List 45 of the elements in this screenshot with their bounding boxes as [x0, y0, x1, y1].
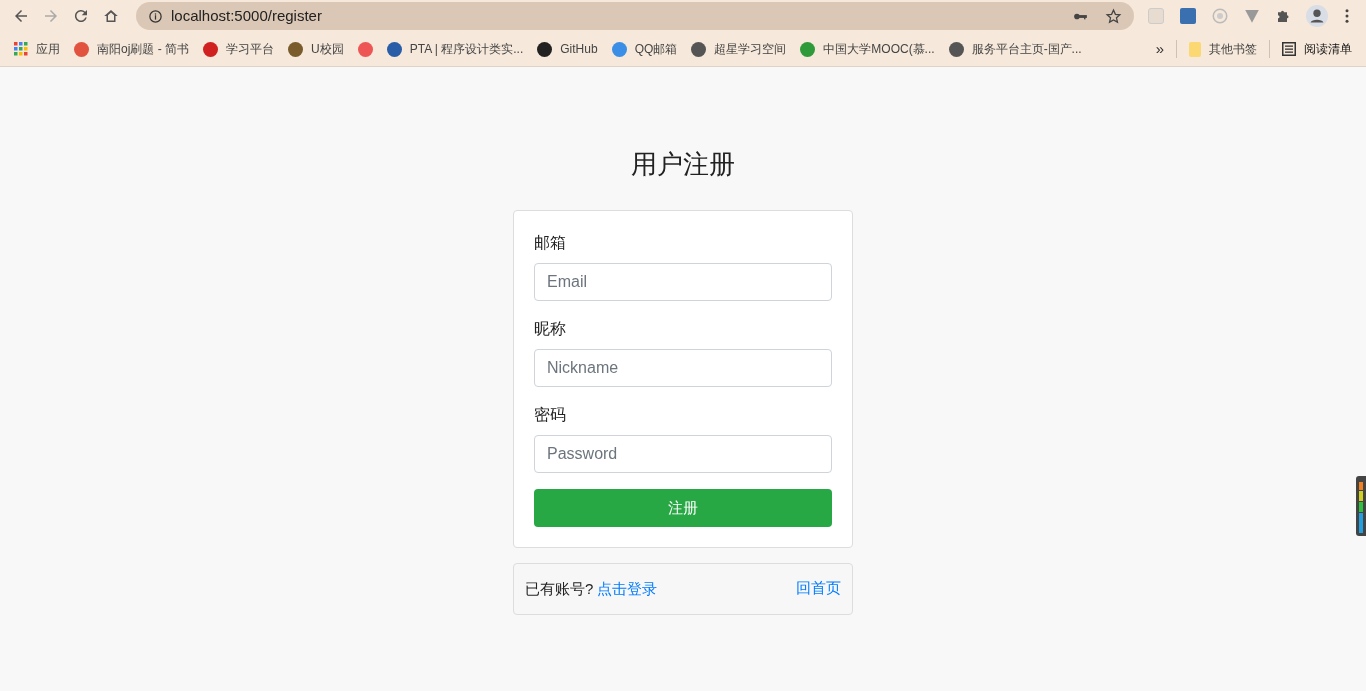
- folder-icon: [1189, 41, 1201, 57]
- bookmark-link[interactable]: 应用: [14, 40, 60, 58]
- home-link[interactable]: 回首页: [796, 576, 841, 600]
- list-icon: [1282, 42, 1296, 56]
- site-icon: [800, 41, 816, 57]
- bookmark-link[interactable]: 超星学习空间: [691, 40, 787, 58]
- level-meter-drawing: [1356, 476, 1366, 536]
- input-field[interactable]: Nickname: [534, 349, 832, 387]
- field-label: 密码: [534, 405, 567, 425]
- site-icon: [74, 41, 89, 57]
- input-field[interactable]: Email: [534, 263, 832, 301]
- url-text: localhost:5000/register: [171, 5, 323, 26]
- site-icon: [288, 41, 303, 57]
- info-icon[interactable]: [148, 8, 163, 24]
- field-label: 昵称: [534, 319, 567, 339]
- bookmark-link[interactable]: 服务平台主页-国产...: [948, 40, 1082, 58]
- site-icon: [537, 41, 553, 57]
- bookmark-icon-button[interactable]: [357, 41, 373, 57]
- site-icon: [691, 41, 707, 57]
- profile-icon[interactable]: [1306, 5, 1328, 27]
- field-label: 邮箱: [534, 233, 567, 253]
- bookmark-link[interactable]: PTA | 程序设计类实...: [386, 40, 524, 58]
- bookmark-link[interactable]: GitHub: [537, 40, 598, 58]
- bookmark-link[interactable]: 南阳oj刷题 - 简书: [74, 40, 189, 58]
- bookmark-folder[interactable]: 其他书签: [1189, 40, 1257, 58]
- page-title: 用户注册: [631, 148, 735, 181]
- reading-list-button[interactable]: 阅读清单: [1282, 40, 1352, 58]
- bookmark-link[interactable]: 中国大学MOOC(慕...: [800, 40, 935, 58]
- overflow-chevron[interactable]: »: [1155, 37, 1164, 61]
- site-icon: [203, 41, 218, 57]
- input-field[interactable]: Password: [534, 435, 832, 473]
- star-icon[interactable]: [1105, 7, 1122, 25]
- apps-grid-icon: [14, 42, 28, 56]
- site-icon: [948, 41, 964, 57]
- login-link[interactable]: 点击登录: [597, 577, 658, 601]
- bookmark-link[interactable]: QQ邮箱: [611, 40, 678, 58]
- login-prompt: 已有账号?: [525, 578, 594, 599]
- bookmark-link[interactable]: U校园: [288, 40, 344, 58]
- reload-icon[interactable]: [72, 7, 90, 25]
- site-icon: [386, 41, 402, 57]
- site-icon: [611, 41, 627, 57]
- site-icon: [357, 41, 373, 57]
- address-bar[interactable]: localhost:5000/register: [136, 2, 1134, 30]
- home-icon[interactable]: [102, 7, 120, 25]
- bookmark-link[interactable]: 学习平台: [203, 40, 274, 58]
